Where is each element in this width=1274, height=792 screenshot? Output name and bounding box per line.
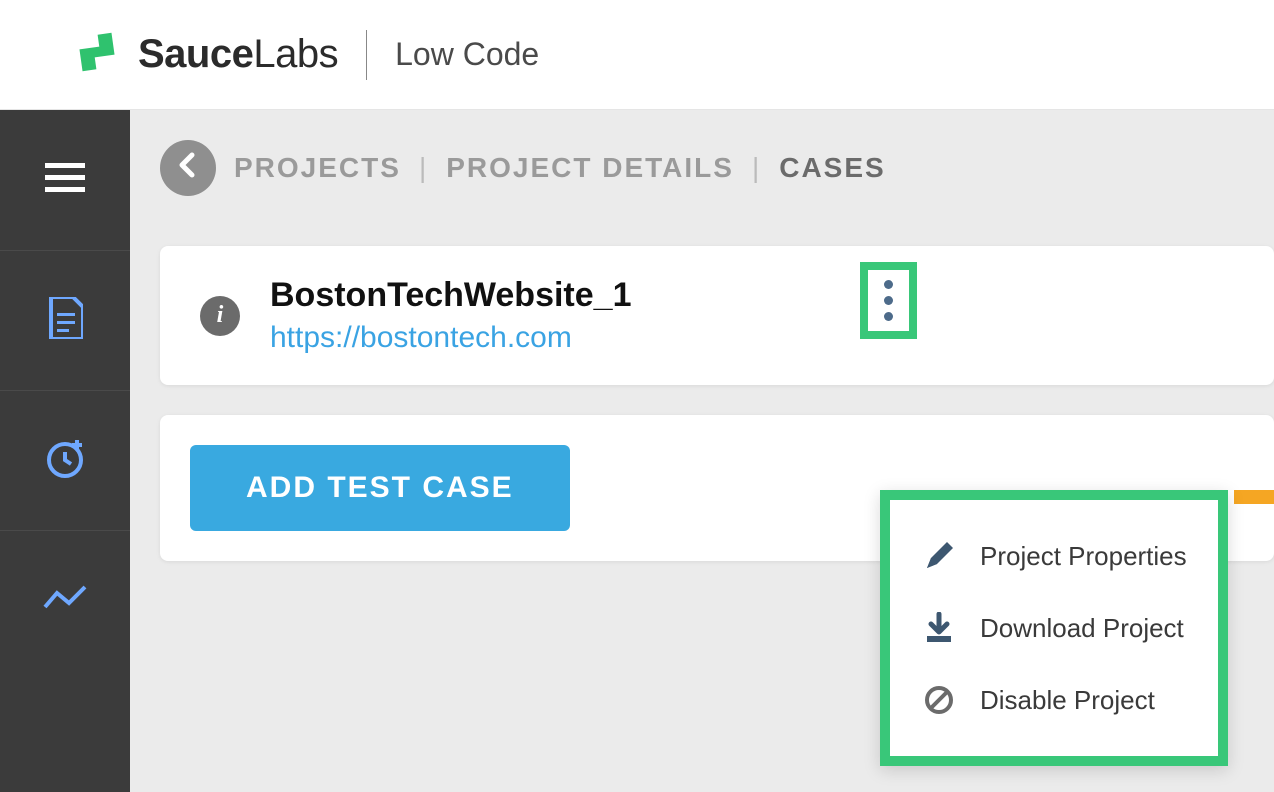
menu-item-project-properties[interactable]: Project Properties: [890, 520, 1218, 592]
add-test-case-button[interactable]: ADD TEST CASE: [190, 445, 570, 531]
sidebar-item-documents[interactable]: [0, 250, 130, 390]
arrow-left-icon: [174, 151, 202, 186]
back-button[interactable]: [160, 140, 216, 196]
document-icon: [47, 297, 83, 344]
menu-label: Download Project: [980, 613, 1184, 644]
project-url[interactable]: https://bostontech.com: [270, 321, 631, 355]
active-tab-indicator: [1234, 490, 1274, 504]
menu-item-download-project[interactable]: Download Project: [890, 592, 1218, 664]
kebab-icon: [884, 280, 893, 321]
brand-name: SauceLabs: [138, 32, 338, 77]
project-header-card: i BostonTechWebsite_1 https://bostontech…: [160, 246, 1274, 385]
menu-item-disable-project[interactable]: Disable Project: [890, 664, 1218, 736]
sidebar-item-schedule[interactable]: [0, 390, 130, 530]
project-actions-menu: Project Properties Download Project: [880, 490, 1228, 766]
breadcrumb: PROJECTS | PROJECT DETAILS | CASES: [160, 140, 1274, 196]
hamburger-icon: [45, 163, 85, 198]
breadcrumb-item[interactable]: PROJECTS: [234, 152, 401, 184]
chart-line-icon: [43, 583, 87, 618]
breadcrumb-current: CASES: [779, 152, 885, 184]
project-name: BostonTechWebsite_1: [270, 276, 631, 315]
clock-plus-icon: [43, 436, 87, 485]
download-icon: [920, 612, 958, 644]
app-header: SauceLabs Low Code: [0, 0, 1274, 110]
header-divider: [366, 30, 367, 80]
breadcrumb-separator: |: [752, 152, 761, 184]
sidebar-menu-toggle[interactable]: [0, 110, 130, 250]
breadcrumb-separator: |: [419, 152, 428, 184]
pencil-icon: [920, 540, 958, 572]
info-icon[interactable]: i: [200, 296, 240, 336]
sidebar-item-analytics[interactable]: [0, 530, 130, 670]
project-actions-menu-button[interactable]: [860, 262, 917, 339]
sub-brand: Low Code: [395, 36, 539, 73]
brand-logo: SauceLabs: [70, 25, 338, 84]
logo-icon: [70, 25, 124, 84]
main-content: PROJECTS | PROJECT DETAILS | CASES i Bos…: [130, 110, 1274, 792]
menu-label: Project Properties: [980, 541, 1187, 572]
ban-icon: [920, 684, 958, 716]
sidebar: [0, 110, 130, 792]
project-title-block: BostonTechWebsite_1 https://bostontech.c…: [270, 276, 631, 355]
menu-label: Disable Project: [980, 685, 1155, 716]
breadcrumb-item[interactable]: PROJECT DETAILS: [446, 152, 734, 184]
